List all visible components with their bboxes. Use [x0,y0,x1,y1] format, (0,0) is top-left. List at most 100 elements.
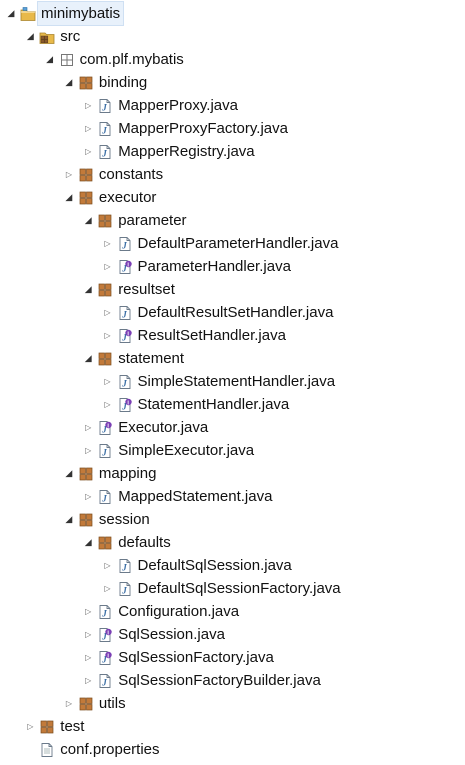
tree-row[interactable]: ▷ J SimpleExecutor.java [0,439,465,462]
package-icon [78,696,94,712]
java-class-icon: J [117,236,133,252]
expand-toggle-icon[interactable]: ▷ [81,669,95,692]
collapse-toggle-icon[interactable]: ◢ [62,186,76,209]
tree-row[interactable]: ◢ resultset [0,278,465,301]
collapse-toggle-icon[interactable]: ◢ [62,462,76,485]
collapse-toggle-icon[interactable]: ◢ [43,48,57,71]
tree-row[interactable]: ◢ src [0,25,465,48]
tree-row[interactable]: ▷ J DefaultSqlSession.java [0,554,465,577]
tree-row[interactable]: ▷ J MappedStatement.java [0,485,465,508]
tree-row[interactable]: ▷ J I ParameterHandler.java [0,255,465,278]
tree-row[interactable]: ◢ mapping [0,462,465,485]
tree-row[interactable]: ▷ J SqlSessionFactoryBuilder.java [0,669,465,692]
expand-toggle-icon[interactable]: ▷ [101,554,115,577]
collapse-toggle-icon[interactable]: ◢ [23,25,37,48]
tree-row[interactable]: ▷ utils [0,692,465,715]
collapse-toggle-icon[interactable]: ◢ [62,71,76,94]
tree-row[interactable]: ▷ constants [0,163,465,186]
expand-toggle-icon[interactable]: ▷ [23,715,37,738]
expand-toggle-icon[interactable]: ▷ [101,324,115,347]
tree-item-label: Executor.java [118,419,209,436]
tree-item-label: Configuration.java [118,603,240,620]
package-icon [39,719,55,735]
tree-row[interactable]: ▷ J MapperRegistry.java [0,140,465,163]
svg-text:J: J [121,310,127,320]
java-class-icon: J [97,489,113,505]
tree-item-label: defaults [118,534,171,551]
tree-row[interactable]: ▷ J MapperProxy.java [0,94,465,117]
tree-item-label: DefaultResultSetHandler.java [137,304,334,321]
expand-toggle-icon[interactable]: ▷ [62,163,76,186]
expand-toggle-icon[interactable]: ▷ [101,370,115,393]
expand-toggle-icon[interactable]: ▷ [101,577,115,600]
tree-item-label: statement [118,350,185,367]
java-interface-icon: JI [117,397,133,413]
package-icon [97,351,113,367]
tree-row[interactable]: ◢ parameter [0,209,465,232]
tree-row[interactable]: ◢ executor [0,186,465,209]
tree-item-label: MapperProxy.java [118,97,238,114]
tree-row[interactable]: ◢ binding [0,71,465,94]
collapse-toggle-icon[interactable]: ◢ [81,278,95,301]
java-class-icon: J [117,374,133,390]
tree-row[interactable]: ◢ session [0,508,465,531]
tree-item-label: ParameterHandler.java [137,258,291,275]
expand-toggle-icon[interactable]: ▷ [101,301,115,324]
svg-text:J: J [121,241,127,251]
tree-item-label: minimybatis [36,1,125,26]
tree-item-label: binding [98,74,148,91]
collapse-toggle-icon[interactable]: ◢ [81,347,95,370]
tree-row[interactable]: ▷ J I StatementHandler.java [0,393,465,416]
expand-toggle-icon[interactable]: ▷ [62,692,76,715]
expand-toggle-icon[interactable]: ▷ [81,646,95,669]
expand-toggle-icon[interactable]: ▷ [81,485,95,508]
collapse-toggle-icon[interactable]: ◢ [62,508,76,531]
tree-row[interactable]: ▷ J DefaultSqlSessionFactory.java [0,577,465,600]
tree-item-label: SimpleStatementHandler.java [137,373,336,390]
java-class-icon: J [97,604,113,620]
tree-row[interactable]: ▷ J DefaultResultSetHandler.java [0,301,465,324]
expand-toggle-icon[interactable]: ▷ [101,393,115,416]
tree-item-label: SqlSessionFactory.java [118,649,274,666]
tree-row[interactable]: ▷ J I ResultSetHandler.java [0,324,465,347]
tree-row[interactable]: ◢ minimybatis [0,1,465,26]
tree-item-label: utils [98,695,126,712]
tree-item-label: resultset [118,281,175,298]
collapse-toggle-icon[interactable]: ◢ [81,531,95,554]
tree-row[interactable]: conf.properties [0,738,465,761]
tree-row[interactable]: ◢ defaults [0,531,465,554]
tree-row[interactable]: ◢ statement [0,347,465,370]
tree-row[interactable]: ▷ test [0,715,465,738]
tree-row[interactable]: ▷ J DefaultParameterHandler.java [0,232,465,255]
source-folder-icon [39,29,55,45]
tree-item-label: test [60,718,85,735]
tree-row[interactable]: ▷ J SimpleStatementHandler.java [0,370,465,393]
tree-item-label: MappedStatement.java [118,488,273,505]
expand-toggle-icon[interactable]: ▷ [81,416,95,439]
tree-row[interactable]: ▷ J I Executor.java [0,416,465,439]
expand-toggle-icon[interactable]: ▷ [81,117,95,140]
java-class-icon: J [97,121,113,137]
java-class-icon: J [117,305,133,321]
collapse-toggle-icon[interactable]: ◢ [4,2,18,25]
package-icon [78,167,94,183]
svg-text:J: J [101,448,107,458]
expand-toggle-icon[interactable]: ▷ [81,140,95,163]
expand-toggle-icon[interactable]: ▷ [81,623,95,646]
package-icon [97,213,113,229]
tree-row[interactable]: ▷ J MapperProxyFactory.java [0,117,465,140]
collapse-toggle-icon[interactable]: ◢ [81,209,95,232]
expand-toggle-icon[interactable]: ▷ [81,94,95,117]
expand-toggle-icon[interactable]: ▷ [101,255,115,278]
expand-toggle-icon[interactable]: ▷ [81,439,95,462]
svg-text:J: J [121,563,127,573]
tree-row[interactable]: ▷ J I SqlSession.java [0,623,465,646]
package-icon [97,535,113,551]
tree-row[interactable]: ◢ com.plf.mybatis [0,48,465,71]
tree-row[interactable]: ▷ J Configuration.java [0,600,465,623]
tree-item-label: parameter [118,212,187,229]
expand-toggle-icon[interactable]: ▷ [101,232,115,255]
expand-toggle-icon[interactable]: ▷ [81,600,95,623]
package-icon [78,466,94,482]
tree-row[interactable]: ▷ J I SqlSessionFactory.java [0,646,465,669]
